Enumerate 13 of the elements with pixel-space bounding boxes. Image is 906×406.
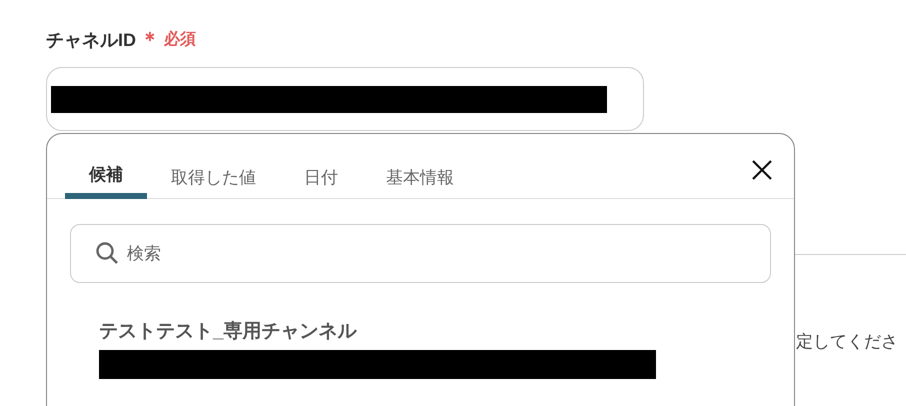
tab[interactable]: 候補 [65, 134, 147, 199]
tab[interactable]: 取得した値 [147, 134, 280, 199]
tab[interactable]: 日付 [280, 134, 362, 199]
hint-text: 定してくださ [796, 332, 898, 351]
tab[interactable]: 基本情報 [362, 134, 478, 199]
option-title[interactable]: テストテスト_専用チャンネル [99, 320, 794, 344]
search-field[interactable]: 検索 [70, 224, 771, 283]
close-icon[interactable] [751, 159, 773, 181]
required-mark: ＊ [140, 28, 160, 53]
required-text: 必須 [164, 29, 196, 50]
field-label: チャネルID [46, 28, 136, 52]
channel-id-field[interactable] [46, 67, 644, 131]
search-icon [95, 241, 119, 265]
